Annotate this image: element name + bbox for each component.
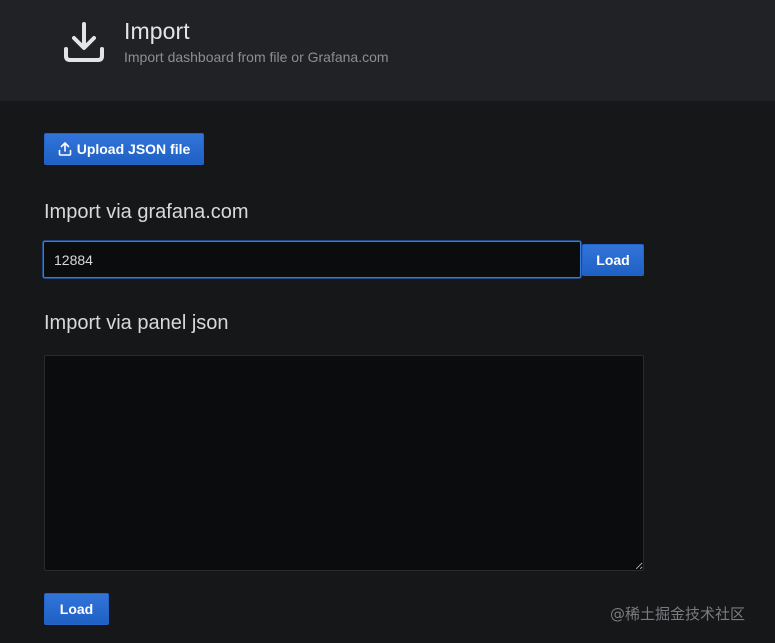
load-grafana-com-button[interactable]: Load [582,244,644,276]
upload-icon [58,142,72,156]
page-subtitle: Import dashboard from file or Grafana.co… [124,49,389,65]
panel-json-textarea[interactable] [44,355,644,571]
grafana-com-section-title: Import via grafana.com [44,201,249,223]
grafana-com-url-input[interactable] [43,241,581,278]
download-icon [64,22,104,62]
panel-json-section-title: Import via panel json [44,312,229,334]
load-panel-json-button[interactable]: Load [44,593,109,625]
upload-json-button[interactable]: Upload JSON file [44,133,204,165]
upload-json-label: Upload JSON file [76,141,191,157]
watermark-text: @稀土掘金技术社区 [610,605,746,623]
page-header: Import Import dashboard from file or Gra… [0,0,775,101]
page-title: Import [124,18,190,44]
